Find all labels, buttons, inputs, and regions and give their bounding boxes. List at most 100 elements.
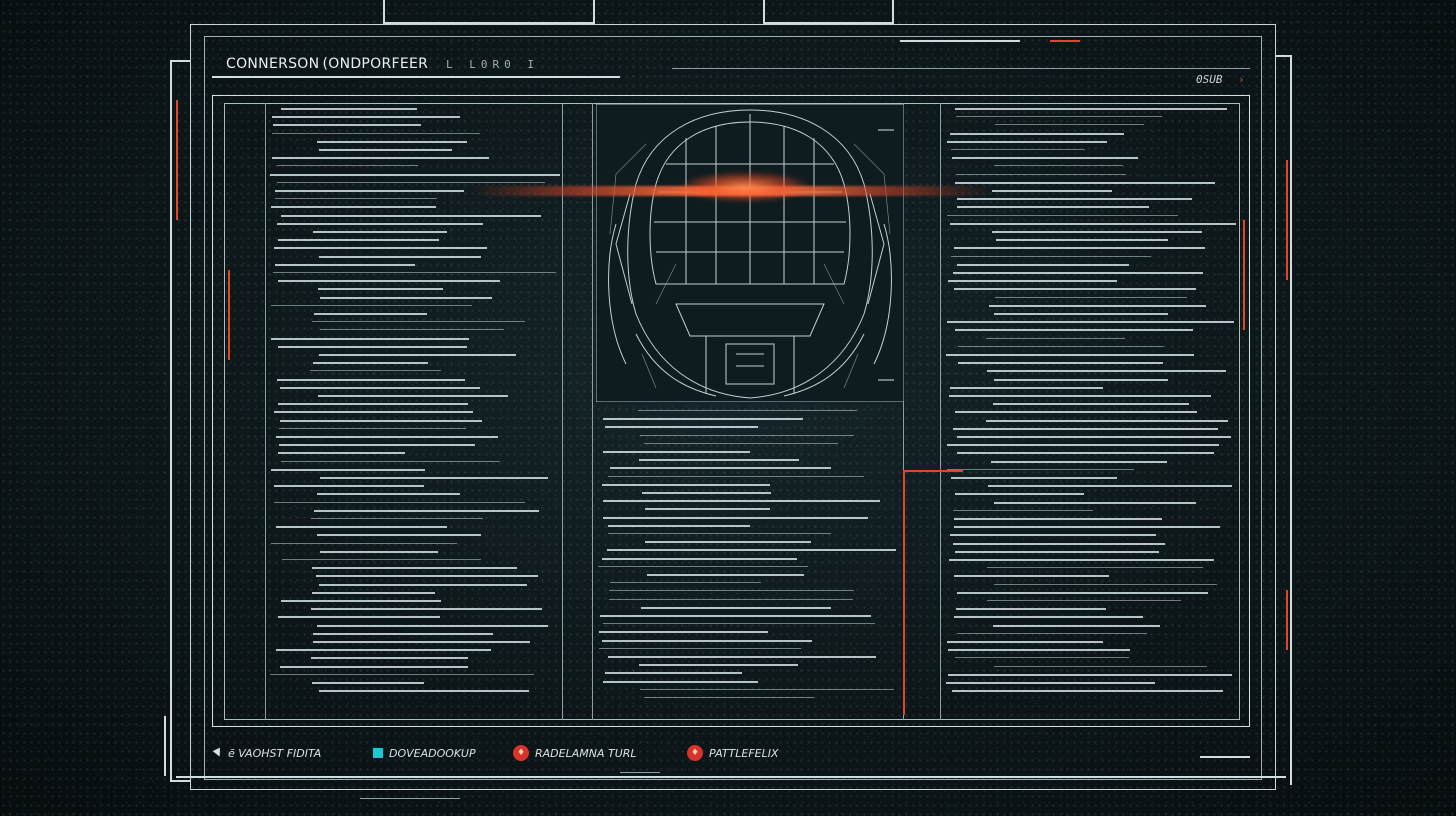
text-line [986,567,1203,569]
text-line [279,427,466,429]
text-line [277,403,469,406]
header-divider [672,68,1250,69]
text-line [277,165,418,167]
text-line [313,362,428,365]
text-line [280,665,468,668]
text-line [604,426,758,429]
text-line [993,501,1196,504]
text-line [318,395,509,397]
text-line [955,116,1163,118]
text-line [608,533,832,534]
text-line [955,657,1129,659]
text-line [608,598,854,600]
text-line [277,222,483,225]
text-line [274,485,424,488]
corner-arrow-icon: › [1238,73,1245,86]
text-line [947,280,1118,283]
text-line [316,534,481,537]
right-red-accent [1286,160,1288,280]
text-line [280,600,442,602]
text-line [645,508,771,511]
text-line [953,518,1162,520]
text-line [310,657,468,660]
text-line [319,477,549,479]
header-rail [900,40,1020,42]
text-line [609,467,831,470]
text-line [274,198,437,200]
text-line [949,386,1103,389]
text-line [955,181,1216,184]
red-circle-icon: ♦ [513,745,529,761]
text-line [318,583,528,586]
text-line [954,493,1084,496]
text-line [993,403,1190,406]
text-line [951,690,1224,693]
text-line [986,419,1228,422]
text-line [315,575,539,578]
text-line [946,682,1155,684]
text-line [313,231,447,233]
text-line [276,436,498,438]
text-line [277,181,546,183]
text-line [955,329,1193,332]
text-line [313,641,530,643]
text-line [953,272,1204,274]
title-underline [212,76,620,78]
text-line [954,288,1197,291]
data-column-center [598,410,898,710]
text-line [272,132,481,134]
corner-tag: 0SUB [1196,73,1223,86]
left-red-accent [176,100,178,220]
text-line [956,608,1107,611]
text-line [951,157,1138,160]
text-line [278,452,406,455]
text-line [598,647,801,649]
text-line [950,477,1118,479]
text-line [280,419,483,422]
text-line [277,280,500,283]
page-subtitle: L L0R0 I [446,58,539,71]
text-line [598,631,769,634]
text-line [952,427,1218,430]
text-line [609,582,762,584]
text-line [278,444,476,447]
text-line [274,501,526,503]
text-line [277,616,440,619]
bottom-rail [176,776,1286,778]
text-line [608,656,876,658]
text-line [957,632,1147,634]
text-line [646,574,804,576]
right-bracket [1290,55,1292,785]
text-line [986,337,1125,339]
text-line [319,329,504,331]
bottom-stub-right [1200,756,1250,758]
text-line [311,567,517,570]
text-line [947,321,1235,324]
text-line [281,108,418,110]
bottom-left-bracket [164,716,166,776]
top-connector-left-2 [593,0,595,24]
text-line [270,173,560,176]
text-line [640,606,832,609]
text-line [957,263,1129,266]
text-line [319,550,439,553]
bottom-stub-left [360,798,460,799]
text-line [270,206,437,209]
text-line [645,541,812,544]
text-line [948,673,1232,676]
text-line [949,222,1236,225]
text-line [314,313,427,315]
text-line [609,590,854,592]
text-line [603,451,751,453]
text-line [947,641,1104,643]
text-line [954,616,1143,619]
text-line [993,165,1123,167]
data-column-right [946,108,1236,708]
text-line [950,534,1156,537]
text-line [311,591,435,594]
hud-screen: CONNERSON (ONDPORFEER L L0R0 I 0SUB › ē … [0,0,1456,816]
text-line [313,509,539,512]
text-line [312,321,525,323]
text-line [271,304,472,306]
text-line [603,516,868,519]
